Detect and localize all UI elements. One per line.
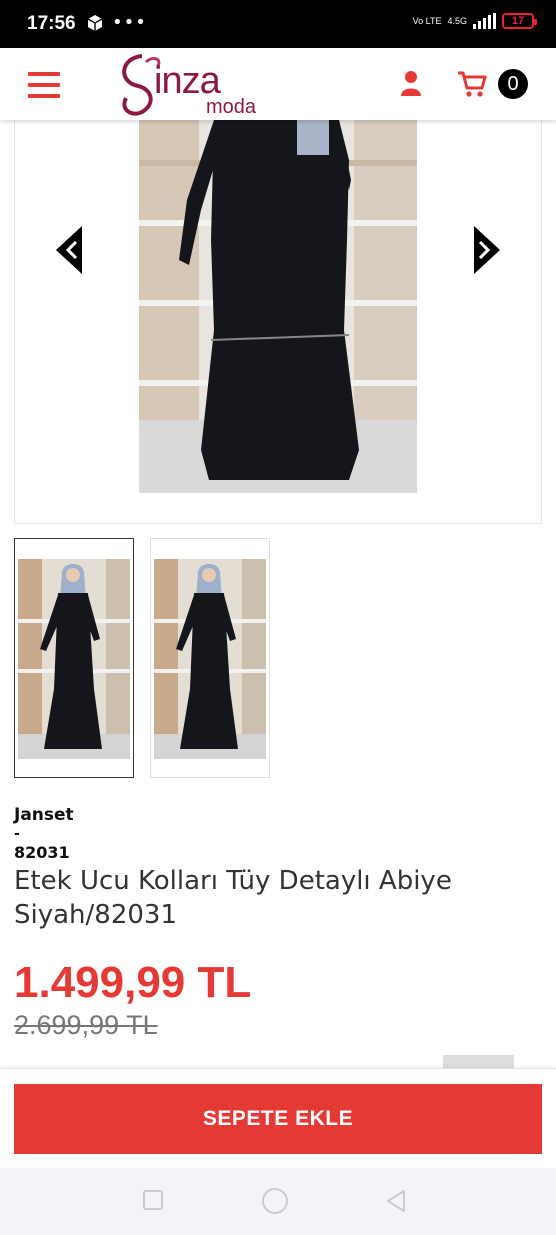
prev-image-arrow-icon[interactable]: [52, 224, 86, 276]
product-thumbnail[interactable]: [14, 538, 134, 778]
volte-indicator: Vo LTE: [412, 15, 442, 26]
product-brand[interactable]: Janset: [14, 805, 74, 825]
recent-apps-icon[interactable]: [143, 1190, 163, 1210]
scroll-tab: [443, 1055, 514, 1069]
network-type: 4.5G: [447, 15, 467, 26]
user-icon[interactable]: [400, 70, 422, 96]
status-bar: 17:56 ••• Vo LTE 4.5G 17: [0, 0, 556, 48]
status-time: 17:56: [27, 13, 76, 34]
battery-indicator: 17: [502, 13, 537, 29]
product-title: Etek Ucu Kolları Tüy Detaylı Abiye Siyah…: [14, 866, 452, 930]
product-code: 82031: [14, 843, 70, 862]
brand-separator: -: [14, 826, 20, 842]
cart-icon[interactable]: [456, 70, 488, 98]
back-icon[interactable]: [384, 1188, 408, 1214]
menu-icon[interactable]: [28, 72, 60, 98]
product-main-image[interactable]: [139, 120, 417, 493]
add-to-cart-button[interactable]: SEPETE EKLE: [14, 1084, 542, 1154]
cart-count-badge[interactable]: 0: [498, 69, 528, 99]
system-nav-bar: [0, 1168, 556, 1235]
next-image-arrow-icon[interactable]: [470, 224, 504, 276]
product-old-price: 2.699,99 TL: [14, 1010, 158, 1040]
site-header: inza moda 0: [0, 48, 556, 120]
product-price: 1.499,99 TL: [14, 958, 252, 1007]
product-thumbnail[interactable]: [150, 538, 270, 778]
box-icon: [86, 14, 104, 36]
logo-subtext: moda: [206, 96, 257, 118]
signal-icon: [473, 13, 496, 29]
site-logo[interactable]: inza moda: [112, 52, 272, 118]
more-icon: •••: [112, 12, 147, 33]
home-icon[interactable]: [262, 1188, 288, 1214]
